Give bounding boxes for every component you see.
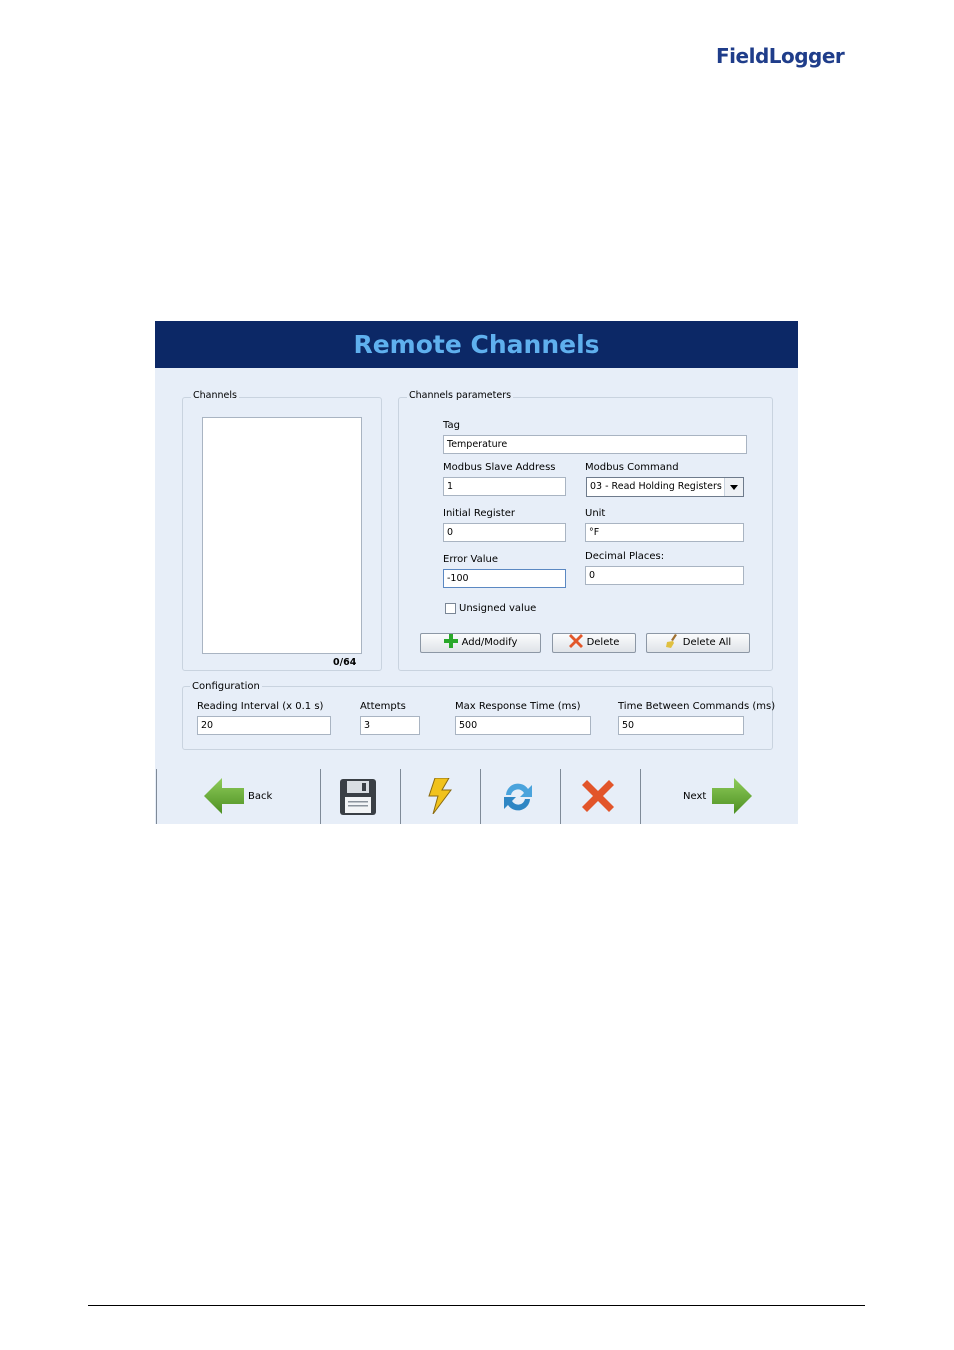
channels-group-label: Channels: [191, 390, 239, 401]
save-button[interactable]: [321, 769, 400, 824]
tag-label: Tag: [443, 420, 460, 431]
initial-register-input[interactable]: 0: [443, 523, 566, 542]
attempts-label: Attempts: [360, 701, 406, 712]
channel-count: 0/64: [333, 657, 357, 668]
reading-interval-label: Reading Interval (x 0.1 s): [197, 701, 324, 712]
channel-parameters-label: Channels parameters: [407, 390, 514, 401]
time-between-input[interactable]: 50: [618, 716, 744, 735]
fieldlogger-logo: FieldLogger: [716, 42, 866, 70]
next-label: Next: [683, 791, 707, 802]
back-label: Back: [248, 791, 273, 802]
decimal-places-label: Decimal Places:: [585, 551, 665, 562]
modbus-command-label: Modbus Command: [585, 462, 679, 473]
delete-all-button[interactable]: Delete All: [646, 633, 750, 653]
unsigned-value-checkbox[interactable]: [445, 603, 456, 614]
header-bar: Remote Channels: [155, 321, 798, 368]
error-value-label: Error Value: [443, 554, 499, 565]
max-response-input[interactable]: 500: [455, 716, 591, 735]
footer-divider: [88, 1305, 865, 1306]
next-button[interactable]: Next: [641, 769, 798, 824]
back-arrow-icon: [204, 778, 244, 814]
decimal-places-input[interactable]: 0: [585, 566, 744, 585]
unsigned-value-label: Unsigned value: [459, 603, 537, 614]
slave-address-input[interactable]: 1: [443, 477, 566, 496]
time-between-label: Time Between Commands (ms): [618, 701, 776, 712]
attempts-input[interactable]: 3: [360, 716, 420, 735]
remote-channels-window: Remote Channels Channels 0/64 Channels p…: [155, 321, 798, 824]
refresh-button[interactable]: [481, 769, 560, 824]
delete-all-label: Delete All: [682, 637, 732, 648]
tag-input[interactable]: Temperature: [443, 435, 747, 454]
unit-input[interactable]: °F: [585, 523, 744, 542]
connect-button[interactable]: [401, 769, 480, 824]
svg-text:FieldLogger: FieldLogger: [716, 44, 845, 68]
x-icon: [568, 634, 583, 648]
configuration-label: Configuration: [190, 681, 262, 692]
lightning-icon: [428, 778, 452, 814]
initial-register-label: Initial Register: [443, 508, 516, 519]
refresh-icon: [504, 783, 532, 811]
max-response-label: Max Response Time (ms): [455, 701, 581, 712]
error-value-input[interactable]: -100: [443, 569, 566, 588]
add-modify-button[interactable]: Add/Modify: [420, 633, 541, 653]
back-button[interactable]: Back: [157, 769, 320, 824]
modbus-command-select[interactable]: 03 - Read Holding Registers: [586, 477, 744, 497]
delete-button[interactable]: Delete: [552, 633, 636, 653]
delete-label: Delete: [586, 637, 620, 648]
unit-label: Unit: [585, 508, 606, 519]
modbus-command-value: 03 - Read Holding Registers: [590, 481, 722, 492]
add-modify-label: Add/Modify: [461, 637, 518, 648]
plus-icon: [443, 634, 458, 648]
slave-address-label: Modbus Slave Address: [443, 462, 556, 473]
channels-list[interactable]: [202, 417, 362, 654]
reading-interval-input[interactable]: 20: [197, 716, 331, 735]
cancel-button[interactable]: [561, 769, 640, 824]
close-icon: [582, 780, 614, 812]
save-icon: [340, 779, 376, 815]
page-title: Remote Channels: [353, 330, 600, 359]
chevron-down-icon[interactable]: [724, 478, 743, 496]
broom-icon: [665, 634, 679, 648]
next-arrow-icon: [712, 778, 752, 814]
